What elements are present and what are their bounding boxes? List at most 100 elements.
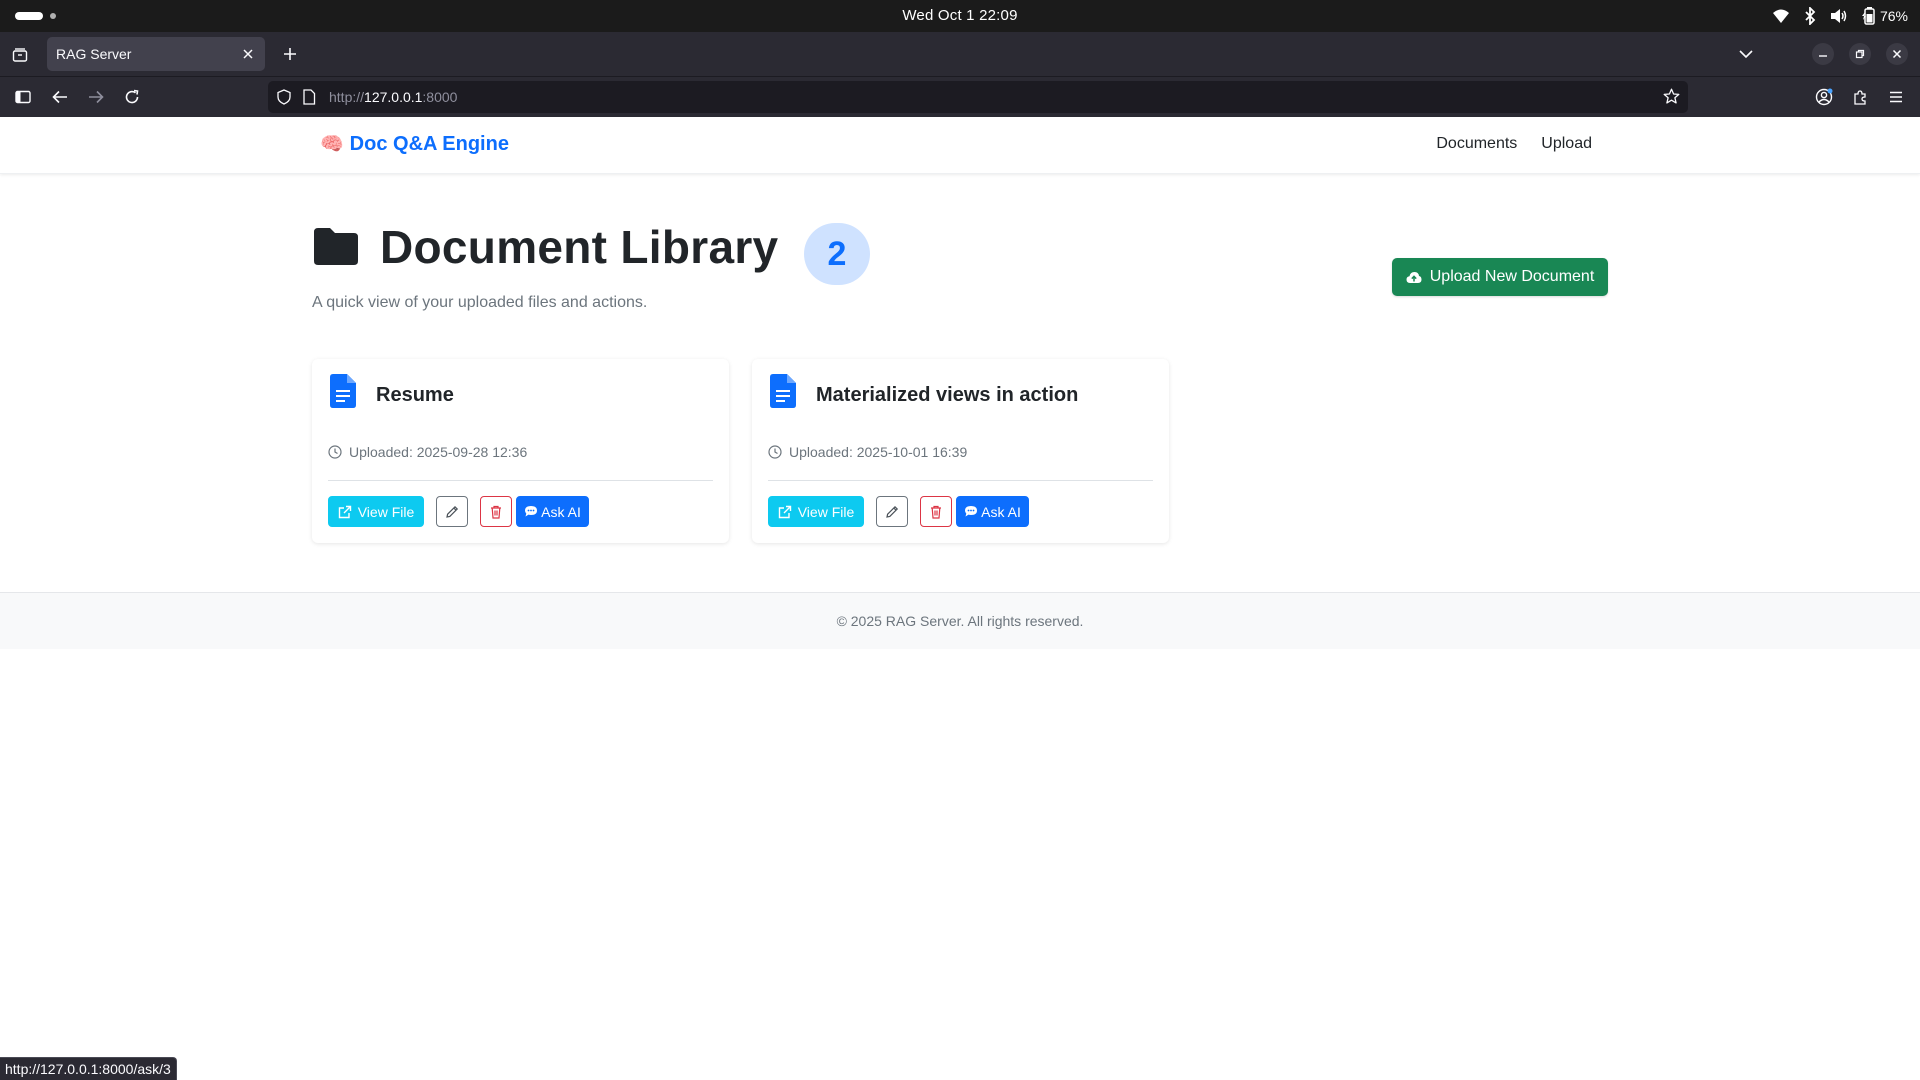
- document-card: Materialized views in action Uploaded: 2…: [752, 359, 1169, 543]
- nav-links: Documents Upload: [1436, 135, 1592, 153]
- extensions-button[interactable]: [1849, 86, 1871, 108]
- clock-icon: [768, 445, 782, 459]
- delete-button[interactable]: [920, 496, 952, 527]
- account-button[interactable]: [1813, 86, 1835, 108]
- cloud-upload-icon: [1406, 271, 1422, 283]
- minimize-icon: [1819, 55, 1827, 57]
- ask-ai-button[interactable]: Ask AI: [956, 496, 1029, 527]
- brand-link[interactable]: 🧠 Doc Q&A Engine: [320, 132, 509, 156]
- document-title: Resume: [376, 384, 454, 406]
- url-scheme: http://: [329, 89, 365, 105]
- os-clock[interactable]: Wed Oct 1 22:09: [0, 7, 1920, 24]
- ask-ai-label: Ask AI: [981, 503, 1021, 520]
- close-window-button[interactable]: [1886, 43, 1908, 65]
- app-menu-button[interactable]: [1885, 86, 1907, 108]
- card-actions: View File Ask AI: [328, 496, 589, 527]
- close-icon: [243, 49, 253, 59]
- account-icon: [1815, 88, 1833, 106]
- upload-date: Uploaded: 2025-09-28 12:36: [328, 444, 527, 460]
- arrow-left-icon: [52, 90, 67, 104]
- os-top-bar: Wed Oct 1 22:09 76%: [0, 0, 1920, 32]
- document-icon: [770, 374, 796, 413]
- forward-button[interactable]: [85, 86, 107, 108]
- site-navbar: 🧠 Doc Q&A Engine Documents Upload: [0, 117, 1920, 174]
- tab-list-icon: [12, 48, 28, 62]
- view-file-button[interactable]: View File: [768, 496, 864, 527]
- page-info-icon[interactable]: [302, 89, 316, 110]
- link-status-url: http://127.0.0.1:8000/ask/3: [0, 1057, 177, 1080]
- system-tray[interactable]: 76%: [1772, 6, 1908, 26]
- minimize-button[interactable]: [1812, 43, 1834, 65]
- page-header: Document Library 2 A quick view of your …: [312, 218, 1608, 318]
- arrow-right-icon: [89, 90, 104, 104]
- trash-icon: [931, 505, 941, 519]
- back-button[interactable]: [49, 86, 71, 108]
- puzzle-icon: [1854, 90, 1866, 105]
- chevron-down-icon: [1739, 50, 1753, 59]
- view-file-button[interactable]: View File: [328, 496, 424, 527]
- wifi-icon: [1772, 8, 1790, 24]
- view-file-label: View File: [357, 503, 415, 520]
- document-icon: [330, 374, 356, 413]
- plus-icon: [284, 48, 296, 60]
- site-footer: © 2025 RAG Server. All rights reserved.: [0, 592, 1920, 649]
- browser-toolbar: http://127.0.0.1:8000: [0, 76, 1920, 117]
- url-text[interactable]: http://127.0.0.1:8000: [329, 89, 457, 105]
- restore-button[interactable]: [1849, 43, 1871, 65]
- ask-ai-button[interactable]: Ask AI: [516, 496, 589, 527]
- pencil-icon: [886, 505, 899, 518]
- card-actions: View File Ask AI: [768, 496, 1029, 527]
- url-host: 127.0.0.1: [364, 89, 423, 105]
- address-bar[interactable]: http://127.0.0.1:8000: [268, 81, 1688, 113]
- battery-indicator: 76%: [1861, 7, 1908, 25]
- document-count-badge: 2: [804, 223, 870, 285]
- upload-date-text: Uploaded: 2025-09-28 12:36: [349, 444, 528, 460]
- tab-title: RAG Server: [56, 46, 132, 62]
- reload-button[interactable]: [121, 86, 143, 108]
- new-tab-button[interactable]: [280, 44, 300, 64]
- edit-button[interactable]: [876, 496, 908, 527]
- clock-icon: [328, 445, 342, 459]
- nav-link-upload[interactable]: Upload: [1541, 135, 1592, 153]
- edit-button[interactable]: [436, 496, 468, 527]
- browser-tab-strip: RAG Server: [0, 32, 1920, 76]
- ask-ai-label: Ask AI: [541, 503, 581, 520]
- firefox-view-button[interactable]: [8, 43, 32, 67]
- document-card: Resume Uploaded: 2025-09-28 12:36 View F…: [312, 359, 729, 543]
- sidebar-icon: [15, 90, 31, 104]
- reload-icon: [125, 89, 139, 104]
- upload-date: Uploaded: 2025-10-01 16:39: [768, 444, 967, 460]
- pencil-icon: [446, 505, 459, 518]
- trash-icon: [491, 505, 501, 519]
- nav-link-documents[interactable]: Documents: [1436, 135, 1517, 153]
- battery-percent: 76%: [1879, 8, 1908, 24]
- external-link-icon: [778, 505, 791, 518]
- upload-date-text: Uploaded: 2025-10-01 16:39: [789, 444, 968, 460]
- page-subtitle: A quick view of your uploaded files and …: [312, 294, 648, 311]
- upload-new-document-button[interactable]: Upload New Document: [1392, 258, 1608, 296]
- hamburger-icon: [1890, 91, 1902, 103]
- restore-icon: [1855, 49, 1865, 59]
- chat-icon: [525, 506, 538, 517]
- card-divider: [328, 480, 713, 481]
- bluetooth-icon: [1804, 7, 1816, 25]
- page-title: Document Library: [380, 221, 779, 273]
- external-link-icon: [338, 505, 351, 518]
- brand-text: Doc Q&A Engine: [349, 132, 509, 155]
- shield-icon[interactable]: [276, 89, 292, 110]
- close-tab-button[interactable]: [239, 45, 257, 63]
- upload-button-label: Upload New Document: [1429, 268, 1595, 285]
- close-icon: [1892, 49, 1902, 59]
- bookmark-star-icon[interactable]: [1663, 88, 1680, 110]
- url-port: :8000: [422, 89, 458, 105]
- document-title: Materialized views in action: [816, 384, 1079, 406]
- list-all-tabs-button[interactable]: [1736, 44, 1756, 64]
- card-divider: [768, 480, 1153, 481]
- sidebar-toggle-button[interactable]: [12, 86, 34, 108]
- view-file-label: View File: [797, 503, 855, 520]
- delete-button[interactable]: [480, 496, 512, 527]
- folder-icon: [312, 226, 360, 271]
- battery-icon: [1861, 7, 1875, 25]
- browser-tab-active[interactable]: RAG Server: [47, 37, 265, 71]
- brain-icon: 🧠: [320, 134, 344, 155]
